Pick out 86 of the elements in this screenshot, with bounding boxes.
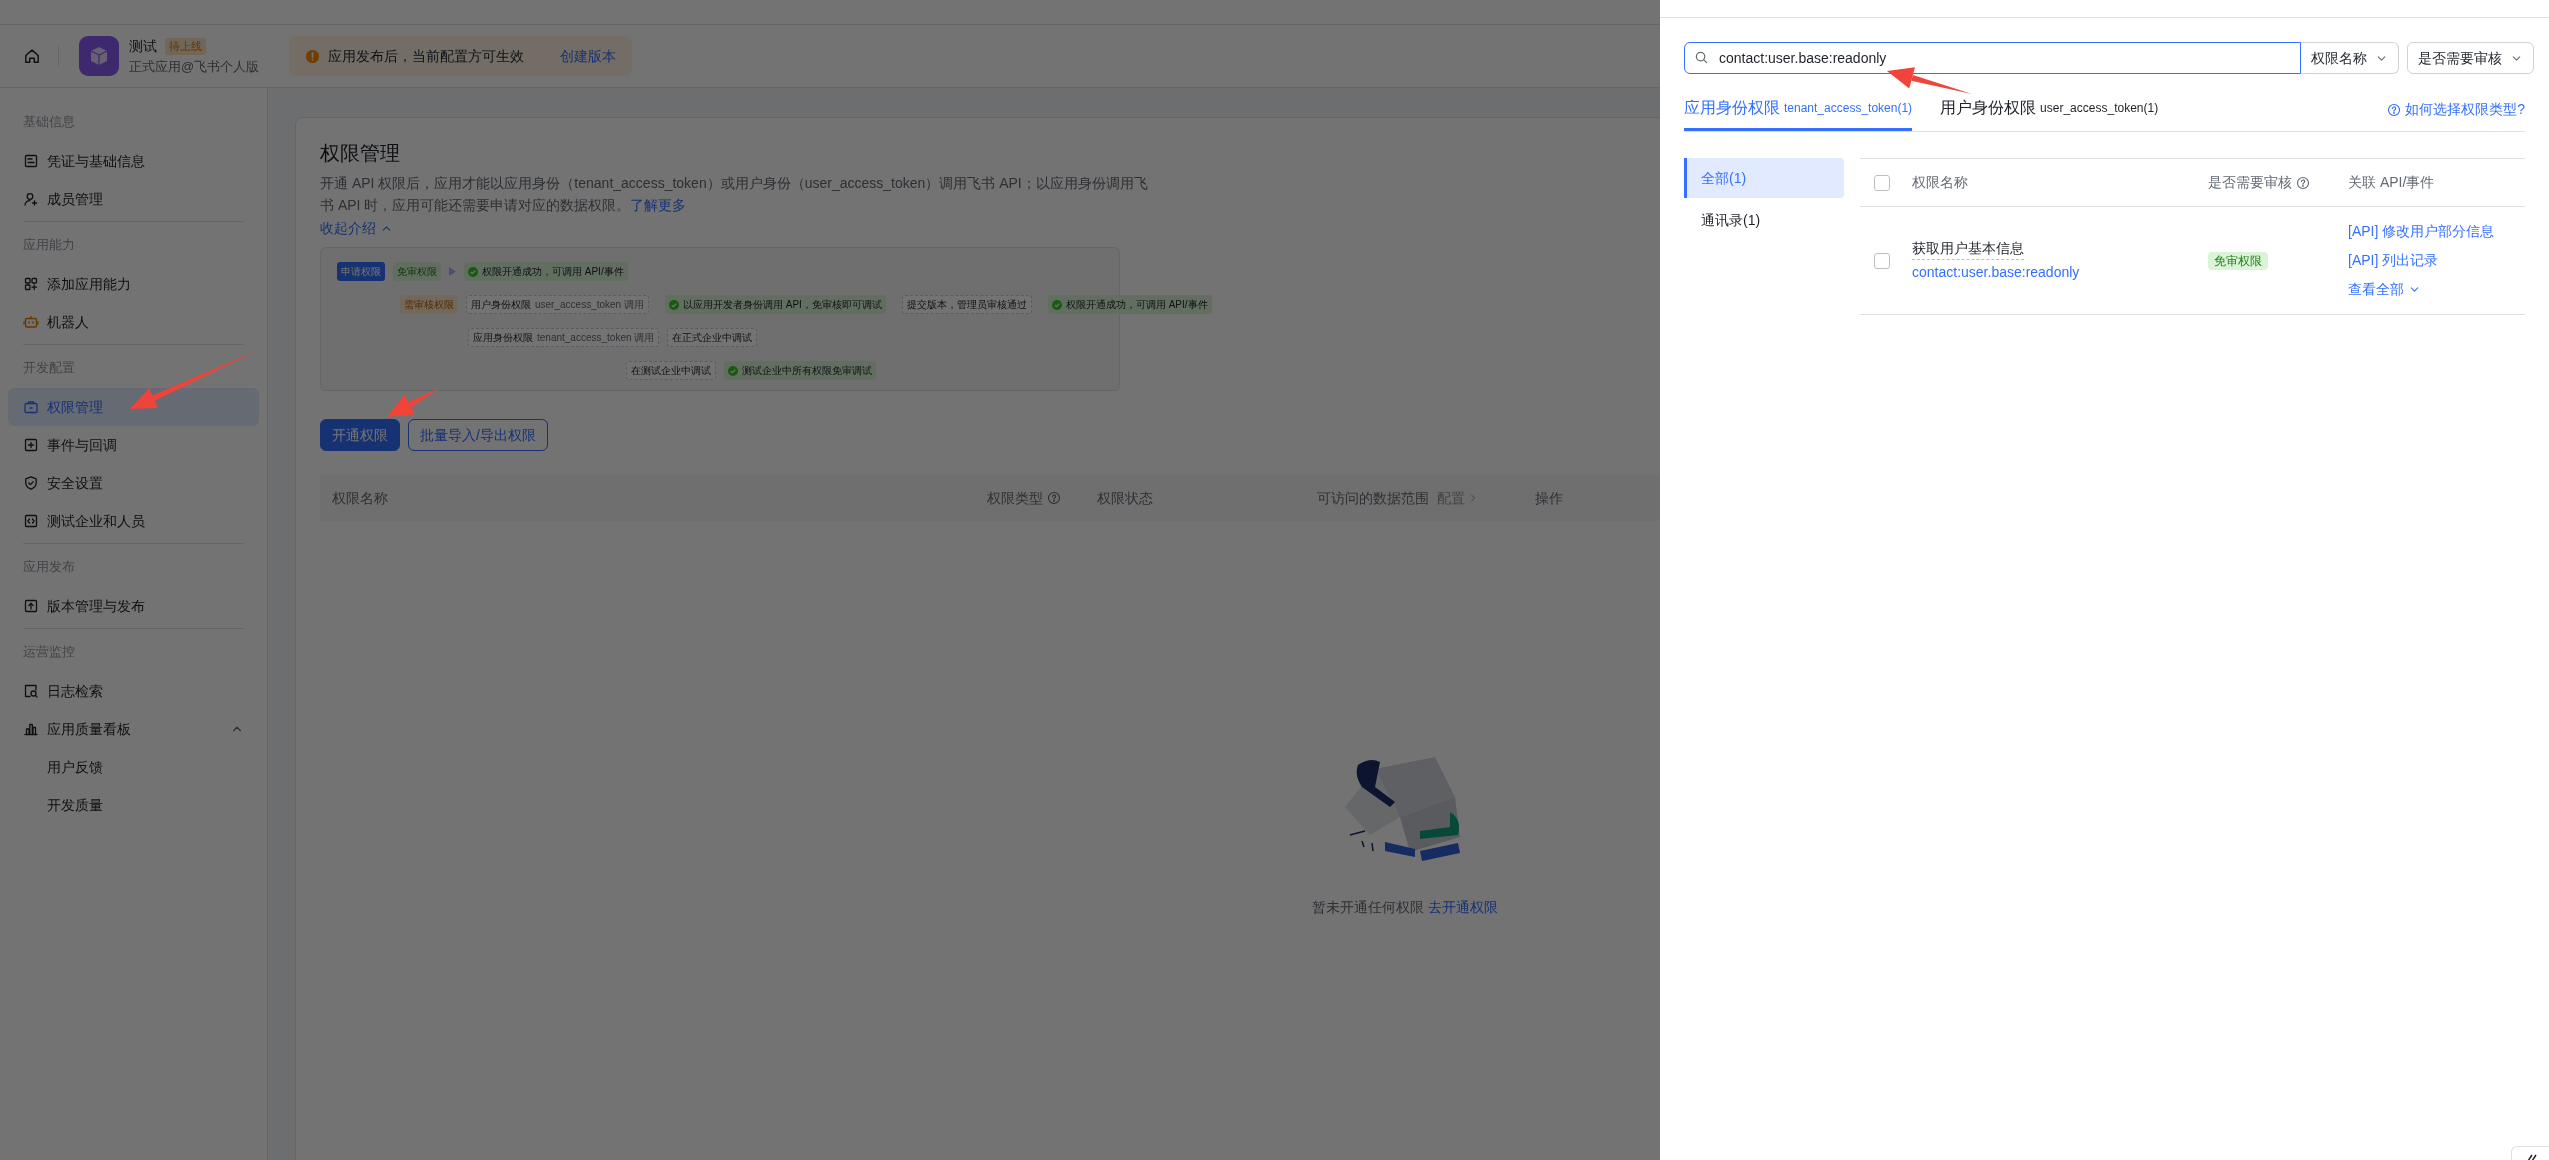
tab[interactable]: 应用身份权限 tenant_access_token(1) [1684,88,1913,131]
sidebar-item[interactable]: 添加应用能力 [8,265,259,303]
sidebar-item[interactable]: 版本管理与发布 [8,587,259,625]
bar-chart-icon [23,721,39,737]
sidebar-item[interactable]: 成员管理 [8,180,259,218]
import-export-button[interactable]: 批量导入/导出权限 [408,419,548,451]
column-header: 权限类型 [987,488,1043,508]
checkbox[interactable] [1874,252,1890,269]
filter-dropdown[interactable]: 是否需要审核 [2407,42,2534,74]
flow-node-label: 权限开通成功，可调用 API/事件 [1065,298,1208,312]
review-tag: 免审权限 [2208,252,2268,270]
flow-node-label: 以应用开发者身份调用 API，免审核即可调试 [682,298,882,312]
checkbox[interactable] [1874,174,1890,191]
check-circle-icon [1051,299,1062,310]
search-log-icon [23,683,39,699]
column-header: 关联 API/事件 [2348,173,2435,192]
empty-state-text: 暂未开通任何权限 [1312,898,1424,917]
filter-dropdown[interactable]: 权限名称 [2301,42,2399,74]
flow-node-label: 在测试企业中调试 [631,364,711,378]
user-add-icon [23,191,39,207]
code-icon [23,513,39,529]
column-header: 可访问的数据范围 [1317,488,1429,508]
check-circle-icon [728,365,738,376]
help-icon [2387,102,2402,117]
sidebar-item[interactable]: 安全设置 [8,464,259,502]
flow-node-label: 测试企业中所有权限免审调试 [742,364,872,378]
api-link[interactable]: [API] 修改用户部分信息 [2348,221,2495,242]
flow-node-note: user_access_token 调用 [535,298,644,312]
sidebar-item[interactable]: 应用质量看板 [8,710,259,748]
flow-node-label: 免审权限 [397,265,437,279]
learn-more-link[interactable]: 了解更多 [630,197,687,213]
plus-square-icon [23,437,39,453]
sidebar-item[interactable]: 凭证与基础信息 [8,142,259,180]
page-description: 开通 API 权限后，应用才能以应用身份（tenant_access_token）或用户身份（user_access_token）调用飞书 API；以应用身份调用飞书 API 时，应用可能还需要申请对应的数据权限。了解更多 [320,174,1149,215]
collapse-button[interactable] [2511,1146,2549,1160]
sidebar-item[interactable]: 日志检索 [8,672,259,710]
id-card-icon [23,153,39,169]
column-header: 权限状态 [1097,488,1153,508]
tab[interactable]: 用户身份权限 user_access_token(1) [1940,88,2159,131]
help-link[interactable]: 如何选择权限类型? [2387,88,2525,131]
create-version-link[interactable]: 创建版本 [560,45,617,67]
sidebar-item[interactable]: 机器人 [8,303,259,341]
column-header: 权限名称 [1912,173,1968,192]
upload-icon [23,598,39,614]
flow-node-label: 权限开通成功，可调用 API/事件 [482,265,624,279]
notice-text: 应用发布后，当前配置方可生效 [328,46,525,66]
permission-scope: contact:user.base:readonly [1912,263,2080,282]
category-item[interactable]: 全部(1) [1684,158,1844,198]
annotation-arrow [387,388,440,417]
sidebar-item[interactable]: 权限管理 [8,388,259,426]
robot-icon [23,314,39,330]
flow-arrow-icon [449,267,456,276]
page-title: 权限管理 [320,141,401,166]
column-header: 操作 [1535,488,1563,508]
enable-permission-link[interactable]: 去开通权限 [1428,897,1498,918]
home-icon [23,47,41,65]
flow-node-label: 在正式企业中调试 [672,331,753,345]
api-link[interactable]: [API] 列出记录 [2348,250,2439,271]
check-circle-icon [668,299,679,310]
shield-icon [23,475,39,491]
category-item[interactable]: 通讯录(1) [1684,200,1844,240]
flow-node-label: 应用身份权限 [473,331,533,345]
flow-node-label: 申请权限 [341,265,381,279]
column-header: 是否需要审核 [2208,173,2292,192]
search-icon [1694,50,1709,65]
sidebar-subitem[interactable]: 开发质量 [8,786,259,824]
sidebar-item[interactable]: 事件与回调 [8,426,259,464]
enable-permission-button[interactable]: 开通权限 [320,419,400,451]
flow-node-label: 用户身份权限 [471,298,531,312]
flow-node-label: 提交版本，管理员审核通过 [906,298,1027,312]
search-field[interactable]: contact:user.base:readonly [1684,42,2301,74]
flow-node-note: tenant_access_token 调用 [537,331,655,345]
permission-name: 获取用户基本信息 [1912,238,2024,260]
app-edition: 正式应用@飞书个人版 [129,57,260,76]
app-name: 测试 [129,36,157,56]
status-badge: 待上线 [165,38,206,55]
column-header: 权限名称 [332,488,388,508]
apps-add-icon [23,276,39,292]
collapse-intro-link[interactable]: 收起介绍 [320,218,393,239]
view-all-link[interactable]: 查看全部 [2348,279,2421,300]
sidebar-item[interactable]: 测试企业和人员 [8,502,259,540]
check-circle-icon [468,266,478,277]
briefcase-icon [23,399,39,415]
warning-icon [305,48,321,64]
sidebar-subitem[interactable]: 用户反馈 [8,748,259,786]
flow-node-label: 需审核权限 [404,298,454,312]
